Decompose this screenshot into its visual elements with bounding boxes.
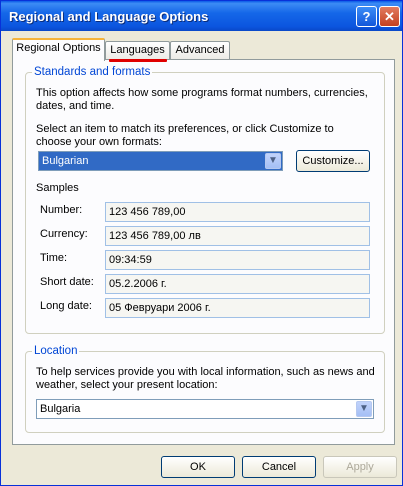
- sample-number-value: 123 456 789,00: [109, 206, 186, 218]
- sample-label-currency: Currency:: [40, 228, 88, 240]
- sample-short-date-field: 05.2.2006 г.: [105, 274, 370, 294]
- tab-languages[interactable]: Languages: [105, 41, 170, 59]
- sample-number-field: 123 456 789,00: [105, 202, 370, 222]
- question-mark-icon: ?: [362, 9, 371, 24]
- sample-short-date-value: 05.2.2006 г.: [109, 278, 167, 290]
- apply-button[interactable]: Apply: [323, 456, 397, 478]
- customize-button[interactable]: Customize...: [296, 150, 370, 172]
- standards-legend: Standards and formats: [32, 66, 153, 78]
- chevron-down-icon[interactable]: ▼: [265, 153, 281, 169]
- sample-label-short-date: Short date:: [40, 276, 94, 288]
- close-icon: ✕: [384, 9, 395, 24]
- cancel-button[interactable]: Cancel: [242, 456, 316, 478]
- location-legend: Location: [32, 345, 80, 357]
- sample-long-date-value: 05 Февруари 2006 г.: [109, 302, 211, 314]
- chevron-down-icon[interactable]: ▼: [356, 401, 372, 417]
- tab-panel: Standards and formats This option affect…: [12, 59, 395, 445]
- title-bar[interactable]: Regional and Language Options ? ✕: [1, 1, 402, 31]
- location-select-value: Bulgaria: [40, 403, 81, 415]
- sample-label-time: Time:: [40, 252, 68, 264]
- sample-currency-field: 123 456 789,00 лв: [105, 226, 370, 246]
- select-prompt: Select an item to match its preferences,…: [36, 123, 334, 148]
- location-group: Location To help services provide you wi…: [25, 345, 385, 433]
- sample-label-number: Number:: [40, 204, 83, 216]
- annotation-underline: [109, 59, 167, 62]
- format-select[interactable]: Bulgarian ▼: [38, 151, 283, 171]
- help-button[interactable]: ?: [356, 6, 377, 27]
- sample-long-date-field: 05 Февруари 2006 г.: [105, 298, 370, 318]
- format-select-value: Bulgarian: [42, 155, 89, 167]
- sample-time-value: 09:34:59: [109, 254, 152, 266]
- dialog-window: Regional and Language Options ? ✕ Region…: [0, 0, 403, 486]
- window-title: Regional and Language Options: [9, 9, 209, 24]
- sample-time-field: 09:34:59: [105, 250, 370, 270]
- close-button[interactable]: ✕: [379, 6, 400, 27]
- location-select[interactable]: Bulgaria ▼: [36, 399, 374, 419]
- location-description: To help services provide you with local …: [36, 366, 375, 391]
- samples-heading: Samples: [36, 182, 79, 194]
- standards-description: This option affects how some programs fo…: [36, 87, 368, 112]
- sample-label-long-date: Long date:: [40, 300, 92, 312]
- sample-currency-value: 123 456 789,00 лв: [109, 230, 201, 242]
- standards-group: Standards and formats This option affect…: [25, 66, 385, 334]
- tab-regional-options[interactable]: Regional Options: [12, 38, 105, 61]
- ok-button[interactable]: OK: [161, 456, 235, 478]
- tab-advanced[interactable]: Advanced: [170, 41, 230, 59]
